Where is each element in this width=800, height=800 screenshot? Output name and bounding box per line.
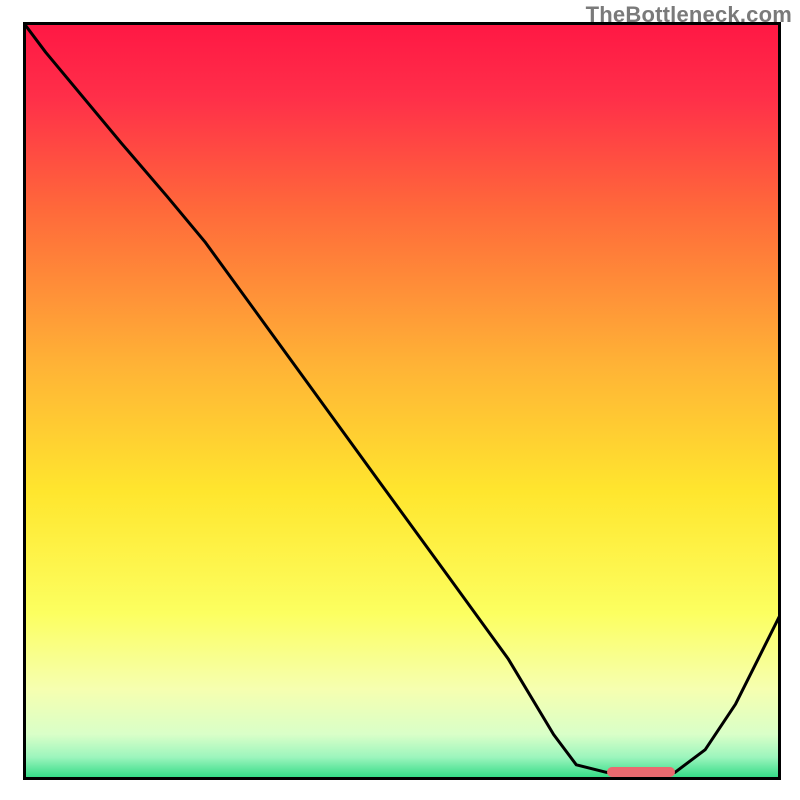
- optimal-range-marker: [607, 767, 675, 777]
- chart-container: TheBottleneck.com: [0, 0, 800, 800]
- watermark-text: TheBottleneck.com: [586, 2, 792, 28]
- plot-frame: [23, 22, 781, 780]
